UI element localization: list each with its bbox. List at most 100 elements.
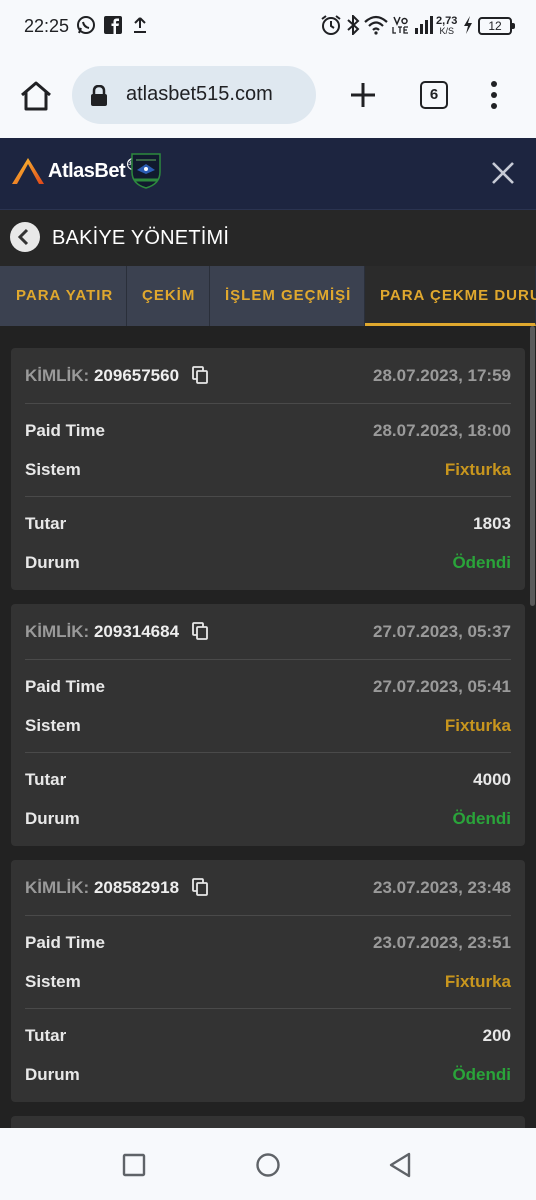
transaction-card [11, 1116, 525, 1128]
tab-cekim[interactable]: ÇEKİM [127, 266, 210, 326]
back-nav-button[interactable] [388, 1152, 412, 1183]
status-label: Durum [25, 809, 80, 828]
system-value: Fixturka [444, 716, 511, 735]
paid-time-value: 27.07.2023, 05:41 [372, 677, 511, 696]
tab-islem-gecmisi[interactable]: İŞLEM GEÇMİŞİ [210, 266, 365, 326]
tab-switcher-button[interactable]: 6 [420, 81, 448, 109]
url-text: atlasbet515.com [126, 83, 273, 105]
copy-icon[interactable] [191, 878, 208, 896]
upload-icon [132, 14, 148, 36]
partner-shield-logo [128, 152, 164, 195]
status-label: Durum [25, 1065, 80, 1084]
browser-toolbar: atlasbet515.com 6 [0, 56, 536, 138]
transaction-created: 28.07.2023, 17:59 [372, 366, 511, 385]
status-value: Ödendi [452, 553, 511, 572]
system-label: Sistem [25, 460, 81, 479]
system-row: Sistem Fixturka [25, 460, 511, 482]
tab-bar: PARA YATIR ÇEKİM İŞLEM GEÇMİŞİ PARA ÇEKM… [0, 266, 536, 326]
copy-icon[interactable] [191, 622, 208, 640]
recents-button[interactable] [122, 1153, 146, 1182]
status-bar: 22:25 2,73 K/S 12 [0, 0, 536, 56]
kimlik-label: KİMLİK: [25, 366, 90, 385]
divider [25, 752, 511, 753]
transaction-created: 27.07.2023, 05:37 [372, 622, 511, 641]
scrollbar[interactable] [530, 326, 535, 606]
status-value: Ödendi [452, 809, 511, 828]
circle-icon [256, 1153, 280, 1177]
home-nav-button[interactable] [255, 1152, 281, 1183]
charging-icon [462, 14, 474, 36]
status-time: 22:25 [24, 16, 70, 36]
paid-time-row: Paid Time 27.07.2023, 05:41 [25, 677, 511, 699]
volte-icon [392, 14, 410, 36]
square-icon [122, 1153, 146, 1177]
bluetooth-icon [346, 14, 360, 36]
amount-row: Tutar 4000 [25, 770, 511, 792]
divider [25, 403, 511, 404]
facebook-icon [104, 14, 122, 36]
transaction-card: KİMLİK: 208582918 23.07.2023, 23:48 Paid… [11, 860, 525, 1102]
address-bar[interactable]: atlasbet515.com [72, 66, 316, 124]
signal-icon [414, 14, 434, 36]
system-row: Sistem Fixturka [25, 972, 511, 994]
system-label: Sistem [25, 972, 81, 991]
system-row: Sistem Fixturka [25, 716, 511, 738]
amount-value: 1803 [473, 514, 511, 533]
plus-icon [351, 83, 375, 107]
browser-menu-button[interactable] [486, 80, 502, 115]
alarm-icon [320, 14, 342, 36]
paid-time-row: Paid Time 28.07.2023, 18:00 [25, 421, 511, 443]
divider [25, 915, 511, 916]
triangle-back-icon [389, 1152, 411, 1178]
back-button[interactable] [10, 222, 40, 252]
whatsapp-icon [76, 14, 96, 36]
system-navigation-bar [0, 1128, 536, 1200]
chevron-left-icon [17, 228, 29, 246]
tab-para-cekme-durumu[interactable]: PARA ÇEKME DURUMU [365, 266, 536, 326]
amount-label: Tutar [25, 770, 67, 789]
close-icon [492, 162, 514, 184]
paid-time-value: 28.07.2023, 18:00 [372, 421, 511, 440]
transaction-header-row: KİMLİK: 209314684 27.07.2023, 05:37 [25, 622, 511, 644]
transaction-id: 208582918 [93, 878, 180, 897]
status-value: Ödendi [452, 1065, 511, 1084]
paid-time-label: Paid Time [25, 677, 105, 696]
transaction-card: KİMLİK: 209314684 27.07.2023, 05:37 Paid… [11, 604, 525, 846]
site-header: AtlasBet 360 [0, 138, 536, 210]
divider [25, 659, 511, 660]
shield-icon [131, 153, 161, 189]
kimlik-label: KİMLİK: [25, 622, 90, 641]
page-title: BAKİYE YÖNETİMİ [52, 227, 230, 249]
system-value: Fixturka [444, 972, 511, 991]
amount-row: Tutar 200 [25, 1026, 511, 1048]
transaction-created: 23.07.2023, 23:48 [372, 878, 511, 897]
wifi-icon [364, 14, 388, 36]
status-row: Durum Ödendi [25, 809, 511, 831]
status-row: Durum Ödendi [25, 1065, 511, 1087]
logo-text: AtlasBet [48, 159, 126, 182]
tab-para-yatir[interactable]: PARA YATIR [0, 266, 127, 326]
transaction-header-row: KİMLİK: 209657560 28.07.2023, 17:59 [25, 366, 511, 388]
page-header: BAKİYE YÖNETİMİ [0, 210, 536, 266]
divider [25, 1008, 511, 1009]
battery-indicator: 12 [478, 17, 515, 35]
new-tab-button[interactable] [348, 80, 378, 115]
paid-time-row: Paid Time 23.07.2023, 23:51 [25, 933, 511, 955]
transaction-card: KİMLİK: 209657560 28.07.2023, 17:59 Paid… [11, 348, 525, 590]
system-value: Fixturka [444, 460, 511, 479]
network-speed: 2,73 K/S [436, 15, 458, 36]
amount-value: 4000 [473, 770, 511, 789]
paid-time-label: Paid Time [25, 933, 105, 952]
status-label: Durum [25, 553, 80, 572]
copy-icon[interactable] [191, 366, 208, 384]
atlasbet-logo[interactable]: AtlasBet 360 [10, 156, 140, 186]
atlasbet-logo-icon [12, 158, 44, 184]
transaction-list[interactable]: KİMLİK: 209657560 28.07.2023, 17:59 Paid… [0, 326, 536, 1128]
lock-icon [91, 85, 107, 106]
paid-time-value: 23.07.2023, 23:51 [372, 933, 511, 952]
transaction-header-row: KİMLİK: 208582918 23.07.2023, 23:48 [25, 878, 511, 900]
close-button[interactable] [490, 160, 516, 191]
kimlik-label: KİMLİK: [25, 878, 90, 897]
amount-value: 200 [482, 1026, 511, 1045]
home-button[interactable] [18, 78, 54, 114]
